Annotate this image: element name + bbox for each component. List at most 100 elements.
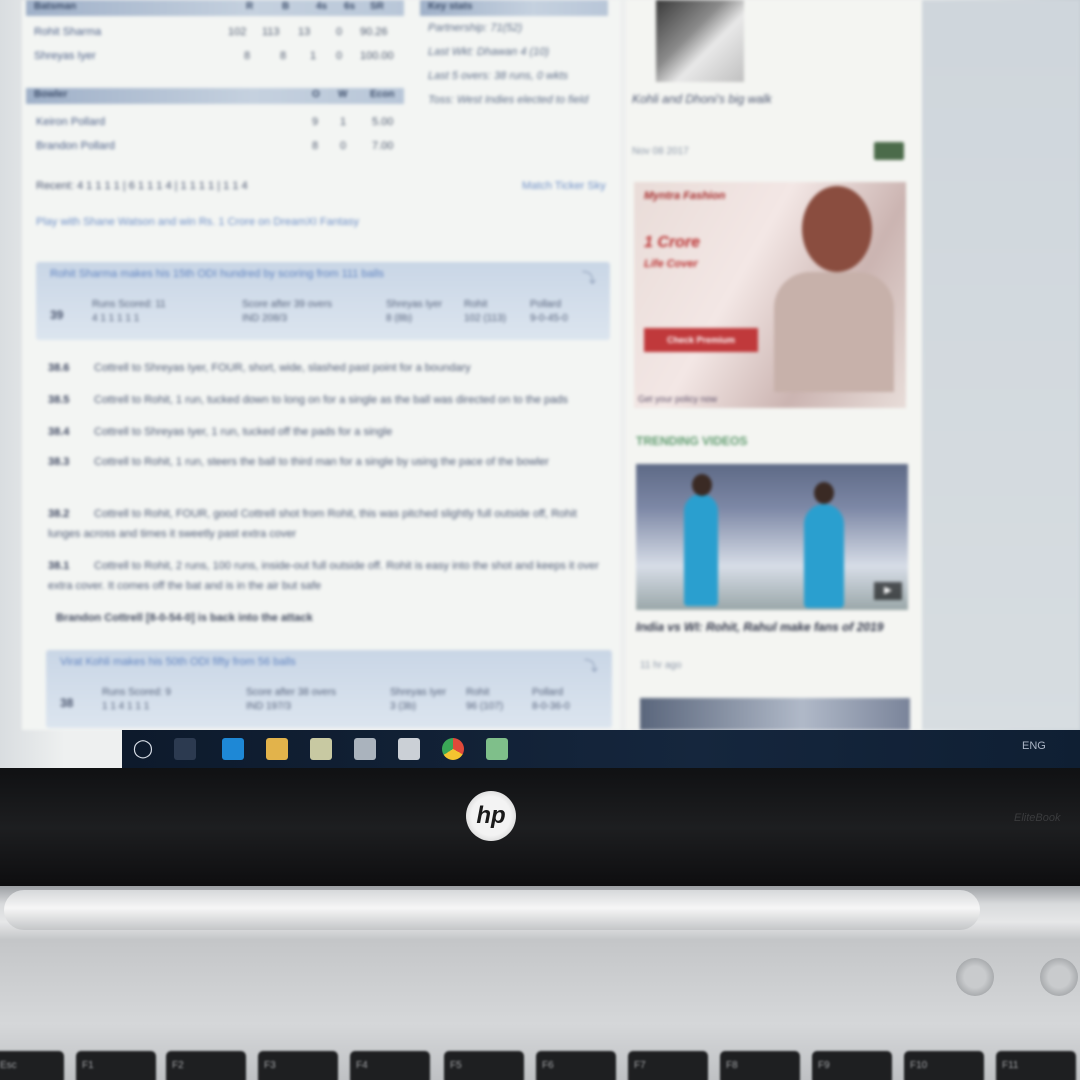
keyboard-key[interactable]: F4 (350, 1051, 430, 1080)
player-figure (692, 474, 712, 496)
batsman-fours: 1 (310, 50, 317, 62)
milestone-cell-value: 4 1 1 1 1 1 (92, 313, 140, 324)
commentary-item: 38.1 Cottrell to Rohit, 2 runs, 100 runs,… (48, 556, 608, 596)
keyboard-key[interactable]: Esc (0, 1051, 64, 1080)
keyboard-key[interactable]: F10 (904, 1051, 984, 1080)
milestone-cell: Score after 39 overs IND 208/3 (242, 298, 332, 326)
key-stat-line: Partnership: 71(52) (428, 22, 523, 34)
model-label: EliteBook (1014, 812, 1061, 824)
advertisement[interactable]: Myntra Fashion 1 Crore Life Cover Check … (634, 182, 906, 408)
web-page: Batsman R B 4s 6s SR Rohit Sharma 102 11… (0, 0, 1080, 730)
edge-icon[interactable] (222, 738, 244, 760)
keyboard-key[interactable]: F2 (166, 1051, 246, 1080)
laptop-photo: Batsman R B 4s 6s SR Rohit Sharma 102 11… (0, 0, 1080, 1080)
keyboard-key[interactable]: F9 (812, 1051, 892, 1080)
keyboard-key[interactable]: F5 (444, 1051, 524, 1080)
milestone-title: Rohit Sharma makes his 15th ODI hundred … (50, 268, 385, 280)
ad-headline: 1 Crore (644, 234, 701, 251)
folder-icon[interactable] (266, 738, 288, 760)
batting-header-balls: B (282, 1, 290, 12)
top-story-thumbnail[interactable] (656, 0, 744, 82)
bowler-wickets: 0 (340, 140, 347, 152)
language-indicator[interactable]: ENG (1022, 740, 1046, 752)
search-icon[interactable]: ◯ (132, 738, 154, 760)
ad-cta-button[interactable]: Check Premium (644, 328, 758, 352)
batsman-sr: 100.00 (360, 50, 394, 62)
milestone-cell-value: 8-0-36-0 (532, 701, 570, 712)
top-story-title[interactable]: Kohli and Dhoni's big walk (632, 92, 772, 106)
keyboard-key[interactable]: F6 (536, 1051, 616, 1080)
commentary-text: Cottrell to Shreyas Iyer, 1 run, tucked … (94, 426, 393, 438)
milestone-cell-label: Score after 38 overs (246, 687, 337, 698)
keyboard-key[interactable]: F8 (720, 1051, 800, 1080)
keyboard-key[interactable]: F3 (258, 1051, 338, 1080)
play-icon[interactable]: ▶ (874, 582, 902, 600)
player-figure (684, 494, 718, 606)
commentary-text: Cottrell to Rohit, 2 runs, 100 runs, ins… (48, 560, 599, 592)
milestone-cell-value: IND 208/3 (242, 313, 288, 324)
batsman-runs: 102 (228, 26, 247, 38)
milestone-cell-value: 8 (8b) (386, 313, 413, 324)
bowling-header-label: Bowler (34, 89, 68, 100)
milestone-cell-value: 102 (113) (464, 313, 507, 324)
share-icon[interactable]: ⤵ (584, 656, 598, 676)
milestone-box: Virat Kohli makes his 50th ODI fifty fro… (46, 650, 612, 728)
milestone-cell-label: Score after 39 overs (242, 299, 333, 310)
power-button[interactable] (1040, 958, 1078, 996)
batsman-runs: 8 (244, 50, 251, 62)
commentary-item: 38.2 Cottrell to Rohit, FOUR, good Cottre… (48, 504, 608, 544)
next-video-thumbnail[interactable] (640, 698, 910, 730)
bowler-summary: Brandon Cottrell [8-0-54-0] is back into… (56, 612, 313, 624)
taskbar: ◯ ENG (122, 730, 1080, 768)
commentary-text: Cottrell to Rohit, 1 run, steers the bal… (94, 456, 549, 468)
store-icon[interactable] (310, 738, 332, 760)
share-icon[interactable]: ⤵ (582, 268, 596, 288)
milestone-cell-label: Runs Scored: 9 (102, 687, 171, 698)
player-figure (804, 504, 844, 608)
keyboard-key[interactable]: F11 (996, 1051, 1076, 1080)
ad-subheadline: Life Cover (644, 258, 698, 270)
commentary-over: 38.3 (48, 456, 70, 468)
commentary-text: Cottrell to Rohit, FOUR, good Cottrell s… (48, 508, 577, 540)
volume-button[interactable] (956, 958, 994, 996)
bowler-name-link[interactable]: Brandon Pollard (36, 140, 115, 152)
keyboard-key[interactable]: F7 (628, 1051, 708, 1080)
promo-link[interactable]: Play with Shane Watson and win Rs. 1 Cro… (36, 216, 359, 228)
app-icon[interactable] (398, 738, 420, 760)
milestone-cell-label: Rohit (466, 687, 490, 698)
commentary-over: 38.2 (48, 508, 70, 520)
milestone-cell: Rohit 102 (113) (464, 298, 506, 326)
milestone-cell: Pollard 8-0-36-0 (532, 686, 570, 714)
bowler-econ: 5.00 (372, 116, 394, 128)
batting-header-sixes: 6s (344, 1, 356, 12)
keyboard-key[interactable]: F1 (76, 1051, 156, 1080)
milestone-cell-value: 9-0-45-0 (530, 313, 568, 324)
commentary-item: 38.5 Cottrell to Rohit, 1 run, tucked dow… (48, 390, 608, 410)
bowler-name-link[interactable]: Keiron Pollard (36, 116, 105, 128)
commentary-text: Cottrell to Shreyas Iyer, FOUR, short, w… (94, 362, 471, 374)
commentary-over: 38.6 (48, 362, 70, 374)
video-caption[interactable]: India vs WI: Rohit, Rahul make fans of 2… (636, 618, 906, 636)
milestone-title: Virat Kohli makes his 50th ODI fifty fro… (60, 656, 296, 668)
app-icon[interactable] (486, 738, 508, 760)
bowler-wickets: 1 (340, 116, 347, 128)
batsman-sixes: 0 (336, 50, 343, 62)
milestone-cell-value: 1 1 4 1 1 1 (102, 701, 150, 712)
batsman-balls: 113 (262, 26, 280, 38)
commentary-over: 38.5 (48, 394, 70, 406)
key-stat-line: Last Wkt: Dhawan 4 (10) (428, 46, 550, 58)
batting-header-sr: SR (370, 1, 384, 12)
top-story-date: Nov 08 2017 (632, 146, 689, 157)
milestone-cell: Pollard 9-0-45-0 (530, 298, 568, 326)
batsman-name-link[interactable]: Shreyas Iyer (34, 50, 96, 62)
match-ticker-link[interactable]: Match Ticker Sky (522, 180, 606, 192)
more-icon[interactable] (874, 142, 904, 160)
mail-icon[interactable] (354, 738, 376, 760)
ad-person-image (802, 186, 872, 272)
task-view-icon[interactable] (174, 738, 196, 760)
ad-person-image (774, 272, 894, 392)
commentary-over: 38.4 (48, 426, 70, 438)
batsman-name-link[interactable]: Rohit Sharma (34, 26, 101, 38)
chrome-icon[interactable] (442, 738, 464, 760)
video-thumbnail[interactable]: ▶ (636, 464, 908, 610)
